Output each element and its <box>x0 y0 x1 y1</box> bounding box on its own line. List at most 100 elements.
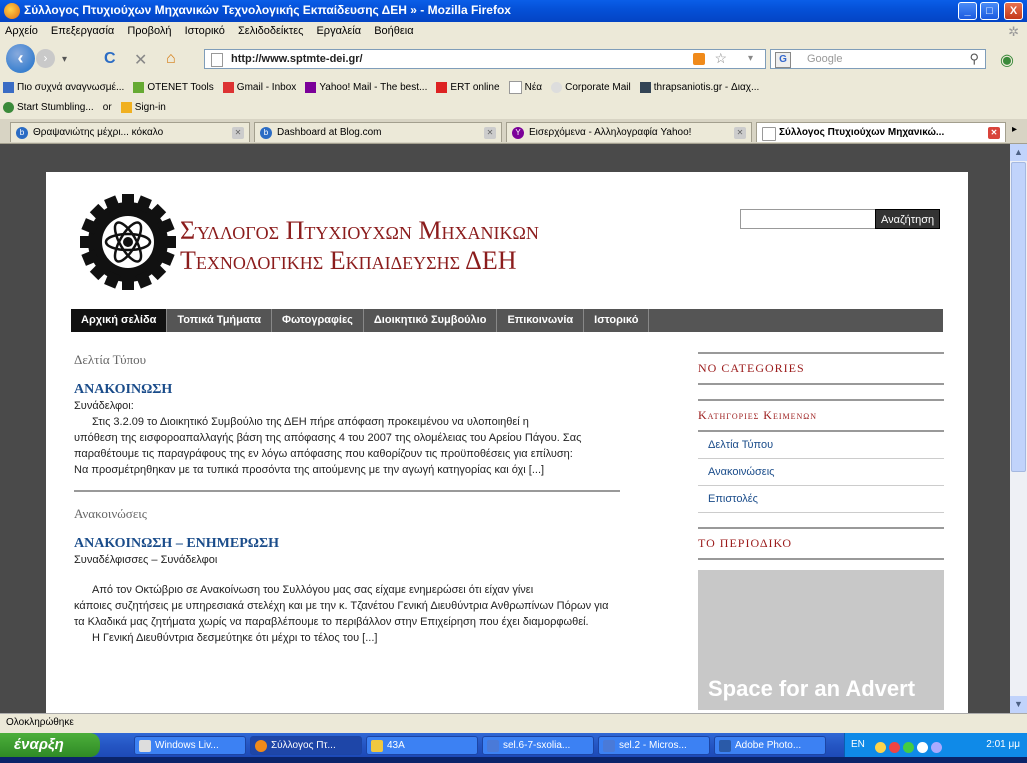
window-title: Σύλλογος Πτυχιούχων Μηχανικών Τεχνολογικ… <box>24 3 511 17</box>
category-link[interactable]: Επιστολές <box>698 486 944 513</box>
back-button[interactable]: ‹ <box>6 44 35 73</box>
home-icon[interactable]: ⌂ <box>166 50 176 68</box>
bookmark-gmail[interactable]: Gmail - Inbox <box>220 78 299 97</box>
category-link[interactable]: Δελτία Τύπου <box>698 432 944 459</box>
tray-icon[interactable] <box>931 742 942 753</box>
url-bar[interactable]: http://www.sptmte-dei.gr/ ☆ ▾ <box>204 49 766 69</box>
blog-icon: b <box>16 127 28 139</box>
tab-syllogos[interactable]: Σύλλογος Πτυχιούχων Μηχανικώ... ✕ <box>756 122 1006 142</box>
scroll-thumb[interactable] <box>1011 162 1026 472</box>
site-search-input[interactable] <box>740 209 876 229</box>
tab-thrapsaniotis[interactable]: b Θραψανιώτης μέχρι... κόκαλο ✕ <box>10 122 250 142</box>
bookmark-thrapsaniotis[interactable]: thrapsaniotis.gr - Διαχ... <box>637 78 763 97</box>
menu-file[interactable]: Αρχείο <box>0 22 43 40</box>
category-list: Δελτία Τύπου Ανακοινώσεις Επιστολές <box>698 432 944 513</box>
bookmark-otenet[interactable]: OTENET Tools <box>130 78 216 97</box>
menu-history[interactable]: Ιστορικό <box>180 22 230 40</box>
nav-home[interactable]: Αρχική σελίδα <box>71 309 168 332</box>
task-word-2[interactable]: sel.2 - Micros... <box>598 736 710 755</box>
category-link[interactable]: Ανακοινώσεις <box>698 459 944 486</box>
advert-banner[interactable]: Space for an Advert <box>698 570 944 710</box>
search-engine-box[interactable]: G Google ⚲ <box>770 49 986 69</box>
stumble-label: Start Stumbling... <box>17 102 94 114</box>
post-title[interactable]: ΑΝΑΚΟΙΝΩΣΗ – ΕΝΗΜΕΡΩΣΗ <box>74 536 620 552</box>
task-label: sel.6-7-sxolia... <box>503 740 571 751</box>
tab-yahoo-inbox[interactable]: Y Εισερχόμενα - Αλληλογραφία Yahoo! ✕ <box>506 122 752 142</box>
bookmark-news[interactable]: Νέα <box>506 77 545 98</box>
post-paragraph: Η Γενική Διευθύντρια δεσμεύτηκε ότι μέχρ… <box>92 632 378 644</box>
tab-close-icon[interactable]: ✕ <box>484 127 496 139</box>
start-button[interactable]: έναρξη <box>0 733 100 757</box>
menu-help[interactable]: Βοήθεια <box>369 22 418 40</box>
tab-list-icon[interactable]: ▸ <box>1012 124 1017 135</box>
search-icon[interactable]: ⚲ <box>969 51 979 67</box>
tab-close-icon[interactable]: ✕ <box>734 127 746 139</box>
task-windows-live[interactable]: Windows Liv... <box>134 736 246 755</box>
tab-close-icon[interactable]: ✕ <box>988 127 1000 139</box>
scroll-up-icon[interactable]: ▲ <box>1010 144 1027 161</box>
vertical-scrollbar[interactable]: ▲ ▼ <box>1010 144 1027 713</box>
search-placeholder: Google <box>807 53 843 65</box>
tab-dashboard[interactable]: b Dashboard at Blog.com ✕ <box>254 122 502 142</box>
bookmark-label: ERT online <box>450 82 500 94</box>
rss-icon[interactable] <box>693 53 705 65</box>
widget-categories: Κατηγοριεσ Κειμενων Δελτία Τύπου Ανακοιν… <box>698 399 944 513</box>
google-icon[interactable]: G <box>775 52 791 68</box>
divider <box>74 490 620 492</box>
bookmark-label: Νέα <box>524 82 543 94</box>
widget-title: Κατηγοριεσ Κειμενων <box>698 408 944 432</box>
url-dropdown-icon[interactable]: ▾ <box>748 53 753 64</box>
menu-bookmarks[interactable]: Σελιδοδείκτες <box>233 22 308 40</box>
stop-icon[interactable]: ✕ <box>134 50 147 70</box>
bookmark-most-visited[interactable]: Πιο συχνά αναγνωσμέ... <box>0 78 127 97</box>
menu-edit[interactable]: Επεξεργασία <box>46 22 119 40</box>
window-titlebar: Σύλλογος Πτυχιούχων Μηχανικών Τεχνολογικ… <box>0 0 1027 22</box>
maximize-button[interactable]: □ <box>980 2 999 20</box>
menu-view[interactable]: Προβολή <box>122 22 176 40</box>
section-press-releases[interactable]: Δελτία Τύπου <box>74 352 620 368</box>
pencil-icon <box>120 102 132 113</box>
history-dropdown-icon[interactable]: ▾ <box>62 54 67 65</box>
post-paragraph: Στις 3.2.09 το Διοικητικό Συμβούλιο της … <box>92 416 529 428</box>
task-firefox[interactable]: Σύλλογος Πτ... <box>250 736 362 755</box>
nav-history[interactable]: Ιστορικό <box>584 309 650 332</box>
bookmarks-toolbar: Πιο συχνά αναγνωσμέ... OTENET Tools Gmai… <box>0 77 1027 98</box>
post-title[interactable]: ΑΝΑΚΟΙΝΩΣΗ <box>74 382 620 398</box>
tray-icon[interactable] <box>889 742 900 753</box>
close-button[interactable]: X <box>1004 2 1023 20</box>
bookmark-label: Πιο συχνά αναγνωσμέ... <box>17 82 125 94</box>
bookmark-label: thrapsaniotis.gr - Διαχ... <box>653 82 760 94</box>
nav-photos[interactable]: Φωτογραφίες <box>272 309 364 332</box>
addon-icon[interactable]: ◉ <box>1000 50 1014 70</box>
scroll-down-icon[interactable]: ▼ <box>1010 696 1027 713</box>
task-folder[interactable]: 43A <box>366 736 478 755</box>
task-word-1[interactable]: sel.6-7-sxolia... <box>482 736 594 755</box>
tray-icon[interactable] <box>903 742 914 753</box>
section-announcements[interactable]: Ανακοινώσεις <box>74 506 620 522</box>
bookmark-yahoo-mail[interactable]: Yahoo! Mail - The best... <box>302 78 430 97</box>
reload-icon[interactable]: C <box>104 50 116 68</box>
nav-local-sections[interactable]: Τοπικά Τμήματα <box>167 309 272 332</box>
post-greeting: Συνάδελφοι: <box>74 400 134 412</box>
task-photoshop[interactable]: Adobe Photo... <box>714 736 826 755</box>
forward-button[interactable]: › <box>36 49 55 68</box>
nav-board[interactable]: Διοικητικό Συμβούλιο <box>364 309 498 332</box>
sign-in-button[interactable]: Sign-in <box>118 98 169 117</box>
tray-icon[interactable] <box>875 742 886 753</box>
tray-icon[interactable] <box>917 742 928 753</box>
nav-contact[interactable]: Επικοινωνία <box>497 309 585 332</box>
tab-close-icon[interactable]: ✕ <box>232 127 244 139</box>
bookmark-ert[interactable]: ERT online <box>433 78 502 97</box>
bookmark-star-icon[interactable]: ☆ <box>714 50 727 67</box>
url-text[interactable]: http://www.sptmte-dei.gr/ <box>231 53 363 65</box>
widget-no-categories: NO CATEGORIES <box>698 352 944 385</box>
minimize-button[interactable]: _ <box>958 2 977 20</box>
bookmark-corporate-mail[interactable]: Corporate Mail <box>548 78 634 97</box>
site-search-button[interactable]: Αναζήτηση <box>875 209 941 229</box>
ert-icon <box>436 82 448 93</box>
or-label: or <box>102 102 112 114</box>
language-indicator[interactable]: EN <box>851 733 865 757</box>
start-stumbling-button[interactable]: Start Stumbling... <box>0 98 97 117</box>
menu-tools[interactable]: Εργαλεία <box>311 22 366 40</box>
site-title[interactable]: Σύλλογος Πτυχιουχων Μηχανικων Τεχνολογικ… <box>180 216 539 276</box>
